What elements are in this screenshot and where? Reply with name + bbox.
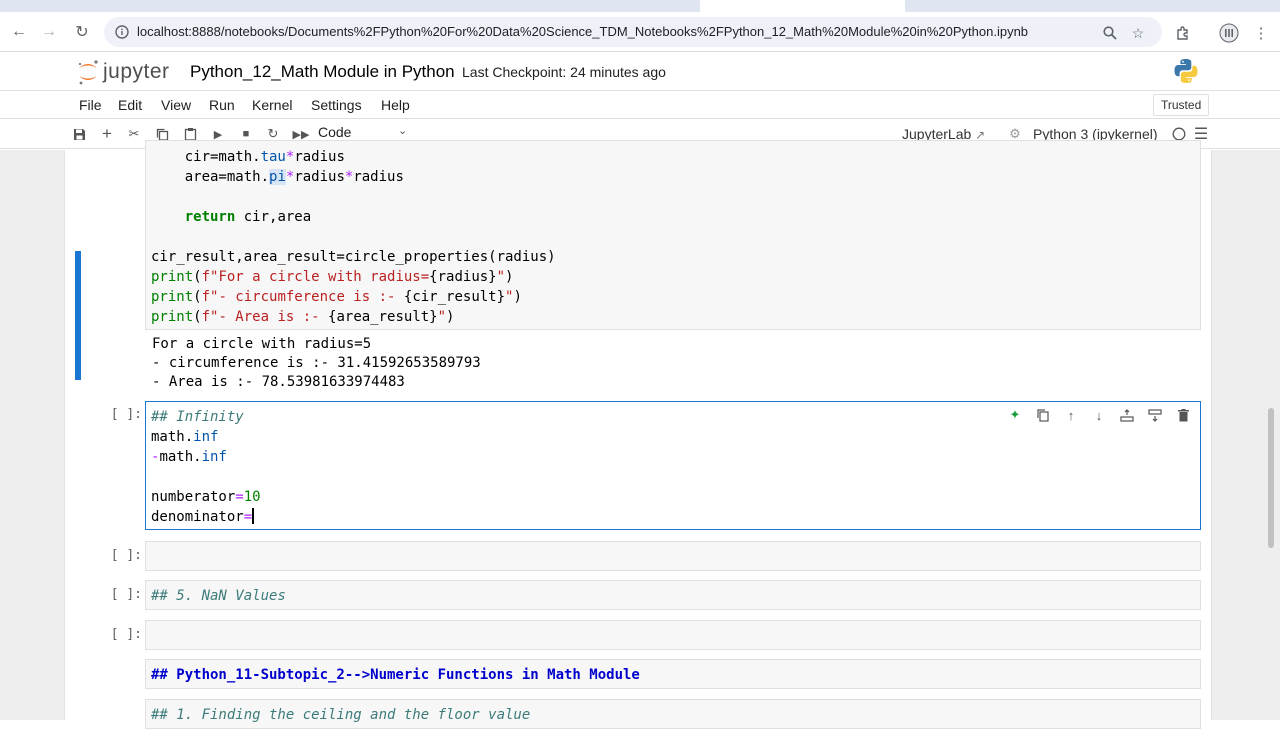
- cell-source-text-partial[interactable]: ## 1. Finding the ceiling and the floor …: [151, 705, 1200, 725]
- text-cursor: [252, 508, 255, 524]
- jupyter-logo-icon: [78, 60, 98, 85]
- site-info-icon[interactable]: [114, 24, 130, 40]
- python-logo-icon: [1173, 58, 1199, 84]
- cut-icon[interactable]: ✂: [125, 125, 143, 143]
- extensions-icon[interactable]: [1172, 22, 1194, 44]
- url-text[interactable]: localhost:8888/notebooks/Documents%2FPyt…: [137, 24, 1028, 39]
- menubar: File Edit View Run Kernel Settings Help …: [0, 91, 1280, 119]
- cell-action-toolbar: ✦ ↑ ↓: [1006, 406, 1192, 424]
- markdown-source-text[interactable]: ## Python_11-Subtopic_2-->Numeric Functi…: [151, 665, 1200, 685]
- insert-above-icon[interactable]: [1118, 406, 1136, 424]
- menu-view[interactable]: View: [161, 97, 191, 113]
- browser-active-tab[interactable]: [700, 0, 905, 12]
- ai-sparkle-icon[interactable]: ✦: [1006, 406, 1024, 424]
- menu-file[interactable]: File: [79, 97, 102, 113]
- active-cell-indicator: [75, 251, 81, 380]
- delete-cell-icon[interactable]: [1174, 406, 1192, 424]
- zoom-icon[interactable]: [1101, 24, 1119, 42]
- address-bar[interactable]: localhost:8888/notebooks/Documents%2FPyt…: [104, 17, 1162, 47]
- code-editor-active[interactable]: ## Infinity math.inf -math.inf numberato…: [151, 407, 1200, 527]
- profile-icon[interactable]: [1218, 22, 1240, 44]
- markdown-cell-numeric-functions[interactable]: ## Python_11-Subtopic_2-->Numeric Functi…: [145, 659, 1201, 689]
- notebook-title[interactable]: Python_12_Math Module in Python: [190, 62, 455, 82]
- code-cell-empty-2[interactable]: [145, 620, 1201, 650]
- bookmark-star-icon[interactable]: ☆: [1129, 24, 1147, 42]
- browser-toolbar: ← → ↻ localhost:8888/notebooks/Documents…: [0, 12, 1280, 52]
- back-icon[interactable]: ←: [7, 20, 31, 44]
- execution-prompt: [ ]:: [110, 627, 142, 642]
- jupyter-header: jupyter Python_12_Math Module in Python …: [0, 53, 1280, 91]
- code-cell-ceiling-floor[interactable]: ## 1. Finding the ceiling and the floor …: [145, 699, 1201, 729]
- jupyter-logo-text: jupyter: [103, 60, 170, 83]
- menu-settings[interactable]: Settings: [311, 97, 362, 113]
- save-icon[interactable]: [70, 125, 88, 143]
- cell-output: For a circle with radius=5 - circumferen…: [152, 335, 481, 392]
- code-cell-empty[interactable]: [145, 541, 1201, 571]
- insert-below-icon[interactable]: [1146, 406, 1164, 424]
- menu-help[interactable]: Help: [381, 97, 410, 113]
- move-down-icon[interactable]: ↓: [1090, 406, 1108, 424]
- menu-edit[interactable]: Edit: [118, 97, 142, 113]
- output-line-3: - Area is :- 78.53981633974483: [152, 374, 405, 390]
- reload-icon[interactable]: ↻: [70, 20, 94, 44]
- browser-tab-strip: [0, 0, 1280, 12]
- output-line-1: For a circle with radius=5: [152, 336, 372, 352]
- move-up-icon[interactable]: ↑: [1062, 406, 1080, 424]
- cell-type-value: Code: [318, 124, 352, 140]
- code-cell-infinity[interactable]: ## Infinity math.inf -math.inf numberato…: [145, 401, 1201, 530]
- execution-prompt: [ ]:: [110, 407, 142, 422]
- jupyter-logo[interactable]: jupyter: [76, 58, 180, 86]
- code-editor[interactable]: cir=math.tau*radius area=math.pi*radius*…: [151, 147, 1200, 327]
- trusted-badge[interactable]: Trusted: [1153, 94, 1210, 116]
- execution-prompt: [ ]:: [110, 548, 142, 563]
- menu-kernel[interactable]: Kernel: [252, 97, 292, 113]
- scrollbar-thumb[interactable]: [1268, 408, 1274, 548]
- code-cell-circle-properties[interactable]: cir=math.tau*radius area=math.pi*radius*…: [145, 140, 1201, 330]
- output-line-2: - circumference is :- 31.41592653589793: [152, 355, 481, 371]
- last-checkpoint: Last Checkpoint: 24 minutes ago: [462, 64, 666, 80]
- add-cell-icon[interactable]: +: [98, 124, 116, 143]
- browser-menu-icon[interactable]: ⋮: [1250, 22, 1272, 44]
- menu-run[interactable]: Run: [209, 97, 235, 113]
- duplicate-cell-icon[interactable]: [1034, 406, 1052, 424]
- chevron-down-icon: ⌄: [398, 125, 408, 137]
- forward-icon[interactable]: →: [37, 20, 61, 44]
- execution-prompt: [ ]:: [110, 587, 142, 602]
- cell-source-text[interactable]: ## 5. NaN Values: [151, 586, 1200, 606]
- code-cell-nan[interactable]: ## 5. NaN Values: [145, 580, 1201, 610]
